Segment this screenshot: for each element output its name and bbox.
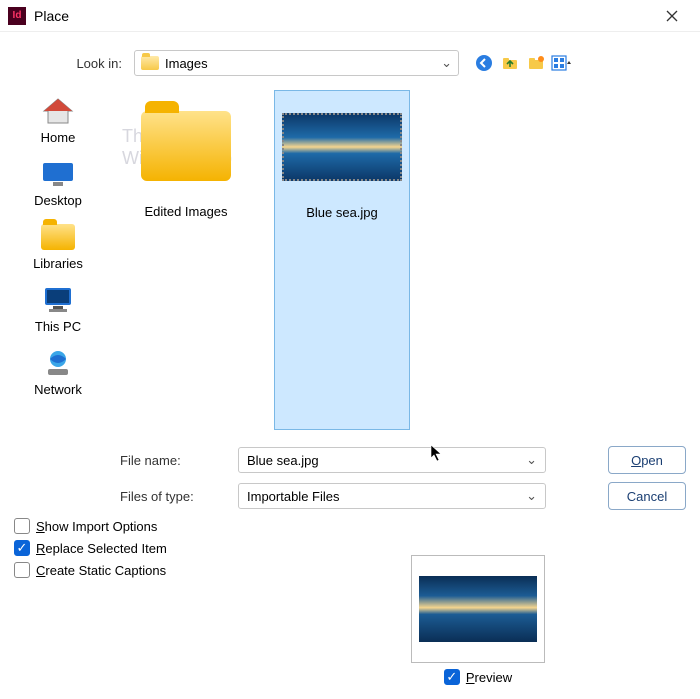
app-icon: Id [8, 7, 26, 25]
lookin-dropdown[interactable]: Images ⌄ [134, 50, 459, 76]
filename-label: File name: [120, 453, 230, 468]
checkbox-label: Replace Selected Item [36, 541, 167, 556]
sidebar-item-thispc[interactable]: This PC [35, 285, 81, 334]
sidebar-item-network[interactable]: Network [34, 348, 82, 397]
lookin-value: Images [165, 56, 208, 71]
checkbox-icon: ✓ [444, 669, 460, 685]
chevron-down-icon: ⌄ [441, 55, 452, 71]
filetype-dropdown[interactable]: Importable Files ⌄ [238, 483, 546, 509]
options-group: Show Import Options ✓ Replace Selected I… [0, 514, 700, 582]
home-icon [41, 96, 75, 126]
checkbox-icon [14, 518, 30, 534]
filetype-value: Importable Files [247, 489, 339, 504]
nav-icon-bar [473, 52, 573, 74]
preview-panel: ✓ Preview [408, 555, 548, 685]
preview-image [419, 576, 537, 642]
close-button[interactable] [652, 0, 692, 32]
chevron-down-icon: ⌄ [526, 452, 537, 468]
file-item-label: Blue sea.jpg [279, 199, 405, 220]
folder-icon [122, 94, 250, 198]
preview-frame [411, 555, 545, 663]
cancel-button[interactable]: Cancel [608, 482, 686, 510]
checkbox-preview[interactable]: ✓ Preview [444, 669, 512, 685]
up-icon[interactable] [499, 52, 521, 74]
file-item-folder[interactable]: Edited Images [118, 90, 254, 430]
open-button[interactable]: Open [608, 446, 686, 474]
checkbox-label: Show Import Options [36, 519, 157, 534]
desktop-icon [41, 159, 75, 189]
titlebar: Id Place [0, 0, 700, 32]
view-menu-icon[interactable] [551, 52, 573, 74]
close-icon [666, 10, 678, 22]
file-form: File name: Blue sea.jpg ⌄ Open Files of … [0, 436, 700, 514]
pc-icon [41, 285, 75, 315]
sidebar-item-label: Desktop [34, 193, 82, 208]
file-item-label: Edited Images [122, 198, 250, 219]
sidebar-item-label: Libraries [33, 256, 83, 271]
lookin-row: Look in: Images ⌄ [0, 32, 700, 84]
checkbox-show-import[interactable]: Show Import Options [14, 518, 686, 534]
checkbox-icon [14, 562, 30, 578]
sidebar-item-home[interactable]: Home [41, 96, 76, 145]
checkbox-icon: ✓ [14, 540, 30, 556]
image-thumbnail [279, 95, 405, 199]
new-folder-icon[interactable] [525, 52, 547, 74]
filename-input[interactable]: Blue sea.jpg ⌄ [238, 447, 546, 473]
file-list-pane[interactable]: The WindowsClub Edited Images Blue sea.j… [112, 84, 686, 436]
checkbox-replace-selected[interactable]: ✓ Replace Selected Item [14, 540, 686, 556]
lookin-label: Look in: [14, 56, 122, 71]
checkbox-create-captions[interactable]: Create Static Captions [14, 562, 686, 578]
sidebar-item-label: Home [41, 130, 76, 145]
libraries-icon [41, 222, 75, 252]
places-sidebar: Home Desktop Libraries This PC Network [14, 84, 102, 436]
sidebar-item-desktop[interactable]: Desktop [34, 159, 82, 208]
file-item-image[interactable]: Blue sea.jpg [274, 90, 410, 430]
chevron-down-icon: ⌄ [526, 488, 537, 504]
sidebar-item-libraries[interactable]: Libraries [33, 222, 83, 271]
back-icon[interactable] [473, 52, 495, 74]
checkbox-label: Create Static Captions [36, 563, 166, 578]
sidebar-item-label: Network [34, 382, 82, 397]
folder-icon [141, 56, 159, 70]
checkbox-label: Preview [466, 670, 512, 685]
sidebar-item-label: This PC [35, 319, 81, 334]
filename-value: Blue sea.jpg [247, 453, 319, 468]
filetype-label: Files of type: [120, 489, 230, 504]
network-icon [41, 348, 75, 378]
window-title: Place [34, 8, 69, 24]
